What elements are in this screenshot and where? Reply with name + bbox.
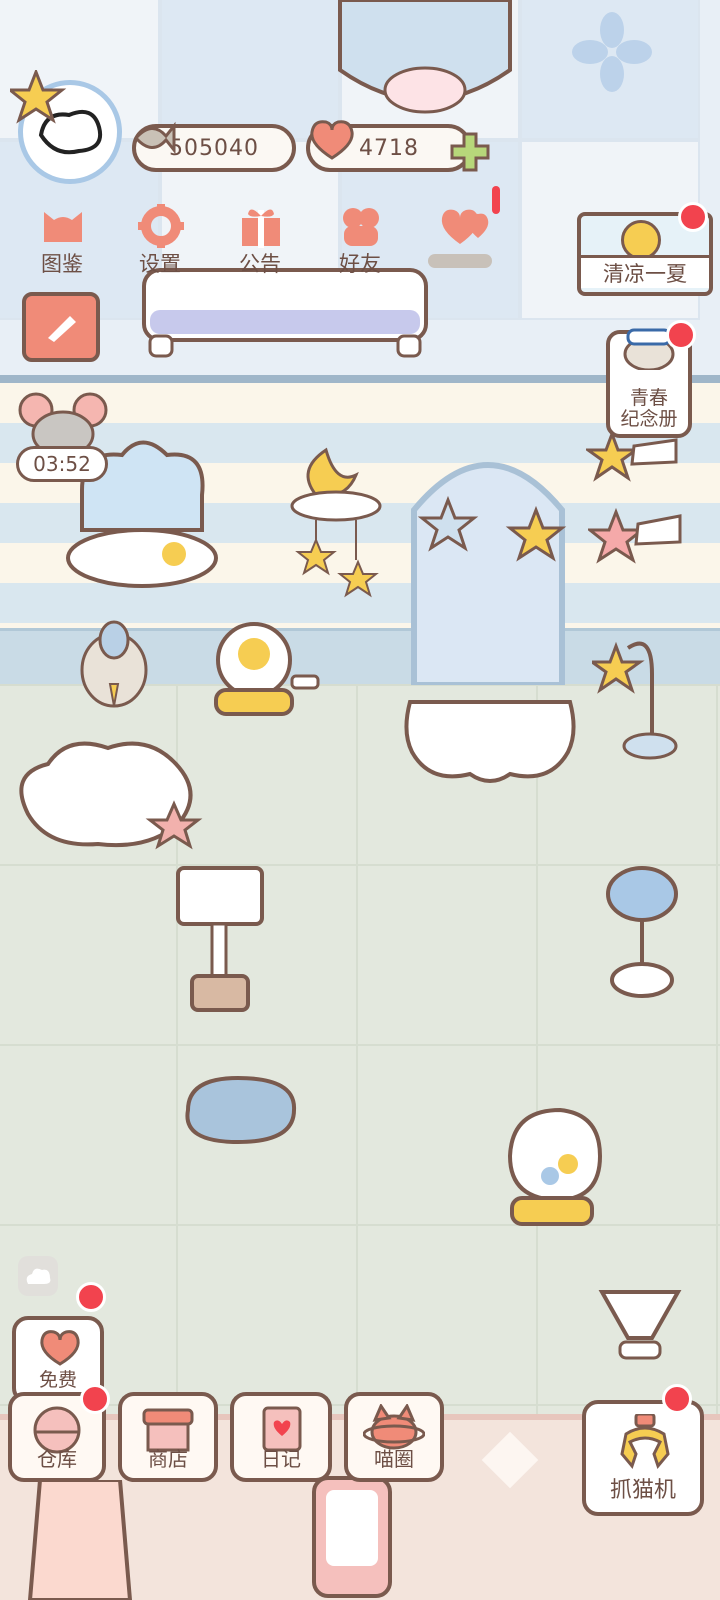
menu-shop-label: 商店 xyxy=(148,1447,188,1471)
heart-currency[interactable]: 4718 xyxy=(306,120,490,172)
striped-robe[interactable] xyxy=(20,1480,140,1600)
mouse-timer-icon xyxy=(18,392,108,452)
notification-badge xyxy=(678,202,708,232)
star-lamp[interactable] xyxy=(592,634,682,760)
fish-currency[interactable]: 505040 xyxy=(132,121,296,172)
hat-stand[interactable] xyxy=(600,860,682,1000)
heart-currency-value: 4718 xyxy=(359,135,419,161)
friends-icon xyxy=(343,208,379,246)
star-sticker-icon xyxy=(10,70,67,124)
claw-icon xyxy=(620,1414,670,1470)
notification-badge xyxy=(666,320,696,350)
beach-ball-icon xyxy=(621,220,661,260)
event-youth-line2: 纪念册 xyxy=(620,408,678,430)
menu-cat-circle[interactable]: 喵圈 xyxy=(344,1392,444,1482)
menu-settings[interactable]: 设置 xyxy=(120,200,200,280)
menu-diary-label: 日记 xyxy=(261,1447,301,1471)
snow-globe[interactable] xyxy=(210,614,322,718)
event-timer: 03:52 xyxy=(16,446,108,482)
menu-diary[interactable]: 日记 xyxy=(230,1392,332,1482)
cloud-rug[interactable] xyxy=(400,692,580,788)
fish-icon xyxy=(133,121,176,155)
menu-collection-label: 图鉴 xyxy=(41,252,83,276)
icecream-frame[interactable] xyxy=(310,1474,394,1600)
menu-cat-circle-label: 喵圈 xyxy=(374,1447,414,1471)
cloud-icon xyxy=(26,1268,51,1284)
heart-icon xyxy=(310,120,354,160)
menu-settings-label: 设置 xyxy=(139,252,181,276)
event-youth-line1: 青春 xyxy=(629,387,668,409)
hamster-character[interactable] xyxy=(76,610,152,710)
add-currency-icon[interactable] xyxy=(450,132,490,172)
menu-friends-label: 好友 xyxy=(339,252,381,276)
exclamation-icon xyxy=(492,186,500,214)
arched-window[interactable] xyxy=(408,440,568,685)
claw-machine-button[interactable]: 抓猫机 xyxy=(582,1400,704,1516)
event-youth-album-label: 青春 纪念册 xyxy=(610,388,688,430)
moon-globe[interactable] xyxy=(500,1104,606,1228)
notification-badge xyxy=(76,1282,106,1312)
notification-badge xyxy=(80,1384,110,1414)
sofa-with-duck[interactable] xyxy=(330,0,520,130)
notification-badge xyxy=(662,1384,692,1414)
shooting-star-icon[interactable] xyxy=(586,430,680,490)
menu-announcement[interactable]: 公告 xyxy=(220,200,300,280)
menu-collection[interactable]: 图鉴 xyxy=(22,200,102,280)
diamond-tile xyxy=(481,1431,539,1489)
gear-icon xyxy=(138,204,184,248)
menu-gifts[interactable] xyxy=(420,200,500,280)
heart-icon xyxy=(40,1330,80,1366)
blue-rug[interactable] xyxy=(178,1072,302,1148)
fish-currency-value: 505040 xyxy=(169,135,259,161)
menu-warehouse-label: 仓库 xyxy=(37,1447,77,1471)
claw-machine-label: 抓猫机 xyxy=(609,1478,676,1503)
gift-icon xyxy=(242,209,280,248)
wall-tile xyxy=(520,0,700,140)
claw-top-lamp xyxy=(598,1290,682,1360)
menu-friends[interactable]: 好友 xyxy=(320,200,400,280)
cat-head-icon xyxy=(44,212,82,242)
cloud-toggle-button[interactable] xyxy=(18,1256,58,1296)
menu-shop[interactable]: 商店 xyxy=(118,1392,218,1482)
cloud-cushion[interactable] xyxy=(8,734,204,858)
music-stand[interactable] xyxy=(172,864,268,1014)
event-summer-label: 清凉一夏 xyxy=(581,255,709,288)
menu-announcement-label: 公告 xyxy=(239,252,281,276)
pink-star-icon[interactable] xyxy=(588,508,684,572)
moon-mobile[interactable] xyxy=(286,440,386,600)
pencil-icon xyxy=(48,316,76,342)
hearts-icon xyxy=(441,209,489,244)
calendar-button[interactable] xyxy=(22,292,100,362)
gift-progress-bar xyxy=(428,254,492,268)
